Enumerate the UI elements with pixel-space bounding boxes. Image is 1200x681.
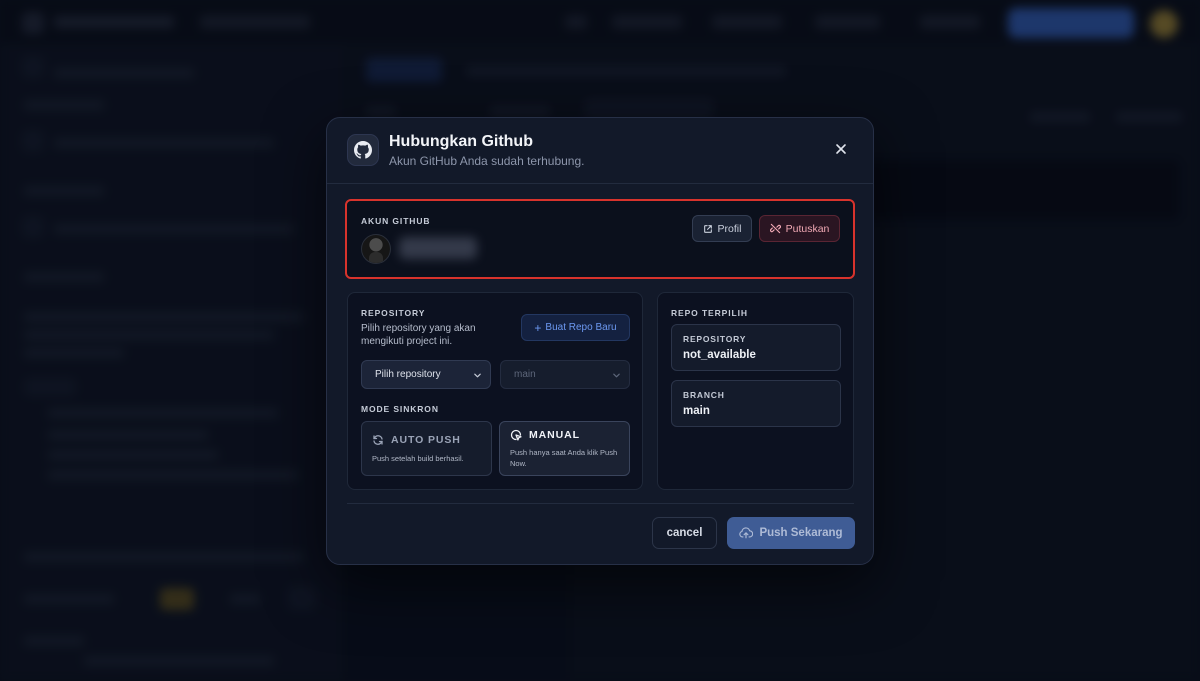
- selected-branch-label: BRANCH: [683, 390, 725, 400]
- sync-mode-manual-title: MANUAL: [529, 429, 580, 441]
- branch-select-value: main: [514, 369, 536, 380]
- selected-branch-value: main: [683, 405, 710, 417]
- connect-github-modal: Hubungkan Github Akun GitHub Anda sudah …: [326, 117, 874, 565]
- push-now-button[interactable]: Push Sekarang: [727, 517, 855, 549]
- repository-section-label: REPOSITORY: [361, 308, 426, 318]
- disconnect-button-label: Putuskan: [785, 222, 830, 235]
- disconnect-button[interactable]: Putuskan: [759, 215, 840, 242]
- sync-mode-manual[interactable]: MANUAL Push hanya saat Anda klik Push No…: [499, 421, 630, 476]
- refresh-icon: [373, 435, 383, 445]
- avatar: [361, 234, 391, 264]
- close-icon: [836, 144, 846, 154]
- modal-header: Hubungkan Github Akun GitHub Anda sudah …: [327, 118, 873, 184]
- footer-divider: [347, 503, 854, 504]
- selected-repo-section-label: REPO TERPILIH: [671, 308, 748, 318]
- selected-repository-label: REPOSITORY: [683, 334, 747, 344]
- create-repo-button-label: Buat Repo Baru: [545, 322, 617, 333]
- selected-branch-box: BRANCH main: [671, 380, 841, 427]
- selected-repository-box: REPOSITORY not_available: [671, 324, 841, 371]
- sync-mode-manual-description: Push hanya saat Anda klik Push Now.: [510, 448, 618, 468]
- push-now-button-label: Push Sekarang: [759, 527, 843, 539]
- unlink-icon: [769, 223, 781, 234]
- repository-panel: REPOSITORY Pilih repository yang akan me…: [347, 292, 643, 490]
- github-icon: [347, 134, 379, 166]
- sync-mode-auto-description: Push setelah build berhasil.: [372, 454, 464, 463]
- repository-select-value: Pilih repository: [375, 369, 441, 380]
- chevron-down-icon: [474, 373, 481, 378]
- repository-select[interactable]: Pilih repository: [361, 360, 491, 389]
- create-repo-button[interactable]: + Buat Repo Baru: [521, 314, 630, 341]
- account-section-label: AKUN GITHUB: [361, 216, 431, 226]
- account-name-redacted: [399, 237, 477, 259]
- plus-icon: +: [534, 320, 542, 335]
- close-button[interactable]: [829, 137, 853, 161]
- modal-subtitle: Akun GitHub Anda sudah terhubung.: [389, 154, 585, 168]
- sync-mode-section-label: MODE SINKRON: [361, 404, 439, 414]
- selected-repository-value: not_available: [683, 349, 756, 361]
- repository-description: Pilih repository yang akan mengikuti pro…: [361, 323, 476, 347]
- profile-button[interactable]: Profil: [692, 215, 752, 242]
- profile-button-label: Profil: [717, 222, 742, 235]
- external-link-icon: [703, 224, 712, 233]
- github-account-card: AKUN GITHUB Profil Putuskan: [345, 199, 855, 279]
- selected-repo-panel: REPO TERPILIH REPOSITORY not_available B…: [657, 292, 854, 490]
- cloud-upload-icon: [739, 527, 754, 539]
- sync-mode-auto-title: AUTO PUSH: [391, 434, 461, 446]
- cancel-button[interactable]: cancel: [652, 517, 717, 549]
- cursor-click-icon: [510, 429, 522, 441]
- sync-mode-auto-push[interactable]: AUTO PUSH Push setelah build berhasil.: [361, 421, 492, 476]
- chevron-down-icon: [613, 373, 620, 378]
- branch-select[interactable]: main: [500, 360, 630, 389]
- modal-title: Hubungkan Github: [389, 133, 533, 150]
